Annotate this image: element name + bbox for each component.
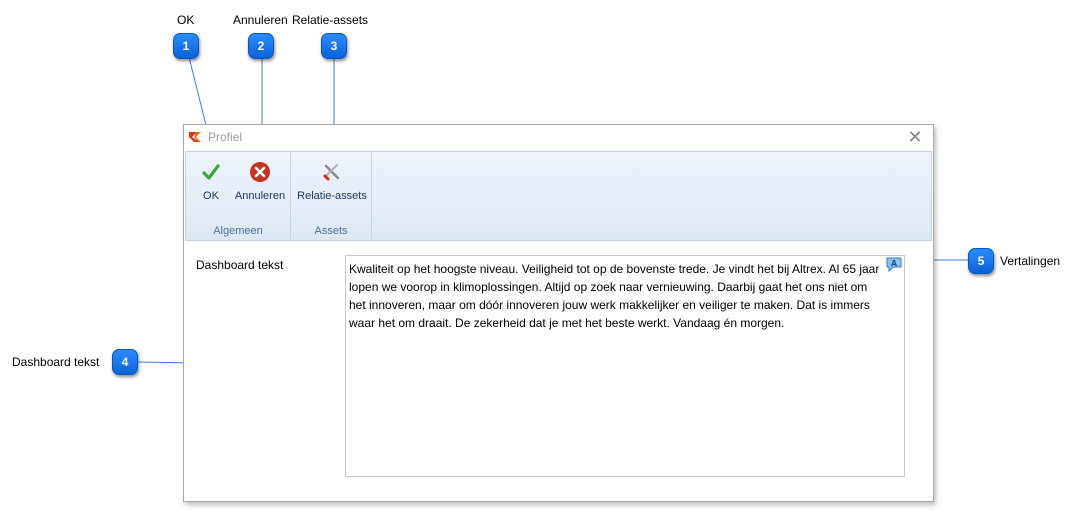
altrex-logo-icon <box>189 132 201 142</box>
dashboard-text-label: Dashboard tekst <box>196 258 284 272</box>
cancel-icon <box>248 160 272 184</box>
close-icon[interactable]: ✕ <box>905 127 925 147</box>
callout-label-dashboard-tekst: Dashboard tekst <box>12 355 100 369</box>
checkmark-icon <box>199 160 223 184</box>
callout-label-relatie-assets: Relatie-assets <box>292 13 369 27</box>
callout-badge-5: 5 <box>968 248 994 274</box>
relatie-assets-button[interactable]: Relatie-assets <box>295 160 369 202</box>
callout-label-vertalingen: Vertalingen <box>1000 254 1061 268</box>
ribbon-toolbar: OK Annuleren Algemeen Relatie-assets Ass… <box>185 151 932 241</box>
ok-button[interactable]: OK <box>194 160 228 202</box>
dashboard-text-field[interactable]: Kwaliteit op het hoogste niveau. Veiligh… <box>345 255 905 477</box>
ribbon-group-label-assets: Assets <box>314 225 348 237</box>
callout-badge-1: 1 <box>173 33 199 59</box>
ok-button-label: OK <box>203 190 219 202</box>
callout-badge-4: 4 <box>112 349 138 375</box>
ribbon-group-label-algemeen: Algemeen <box>213 225 263 237</box>
callout-badge-3: 3 <box>321 33 347 59</box>
svg-text:A: A <box>891 259 898 268</box>
title-bar: Profiel ✕ <box>184 125 933 150</box>
relatie-assets-button-label: Relatie-assets <box>297 190 367 202</box>
callout-badge-2: 2 <box>248 33 274 59</box>
ribbon-group-assets: Relatie-assets Assets <box>291 152 372 240</box>
window-title: Profiel <box>208 130 243 144</box>
annuleren-button-label: Annuleren <box>234 190 286 202</box>
callout-label-ok: OK <box>177 13 195 27</box>
translate-icon[interactable]: A <box>885 256 903 272</box>
profiel-dialog: Profiel ✕ OK Annuleren Algemeen Relatie-… <box>183 124 934 502</box>
annuleren-button[interactable]: Annuleren <box>232 160 288 202</box>
ribbon-group-algemeen: OK Annuleren Algemeen <box>186 152 291 240</box>
callout-label-annuleren: Annuleren <box>233 13 288 27</box>
tools-icon <box>320 160 344 184</box>
